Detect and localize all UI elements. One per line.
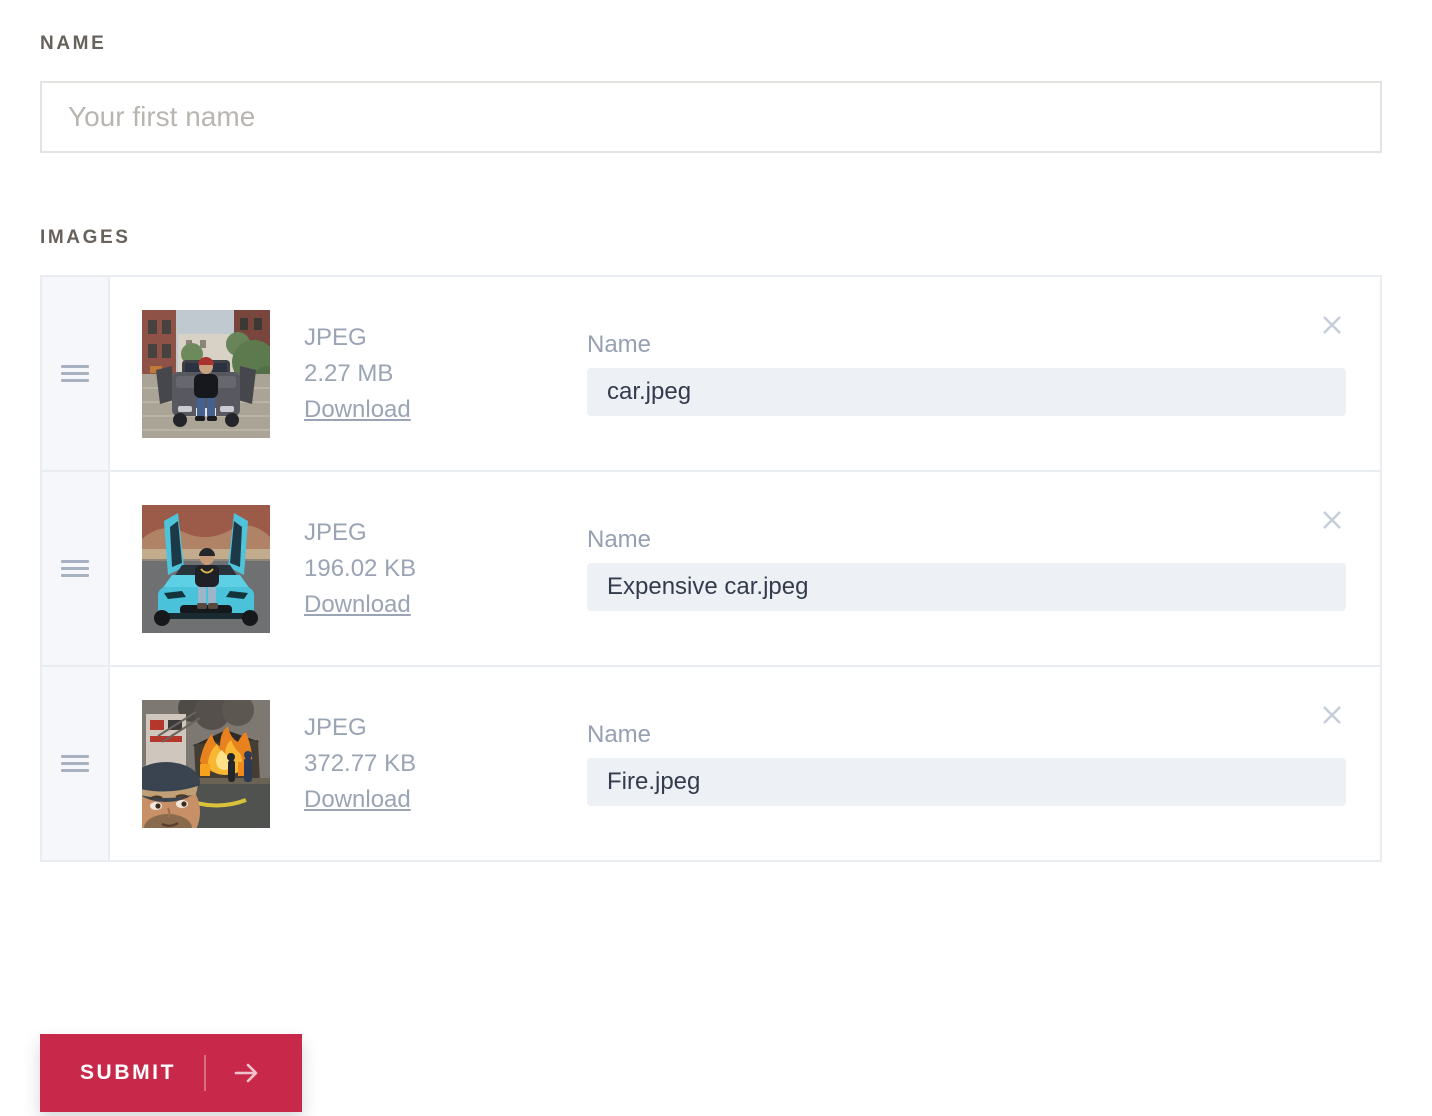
image-thumbnail-car bbox=[142, 310, 270, 438]
image-row-fire: JPEG 372.77 KB Download Name bbox=[42, 667, 1380, 860]
close-icon bbox=[1318, 701, 1346, 729]
submit-label: SUBMIT bbox=[80, 1061, 176, 1085]
file-type: JPEG bbox=[304, 710, 587, 746]
images-section-label: IMAGES bbox=[40, 227, 1382, 249]
file-name-label: Name bbox=[587, 331, 1346, 359]
close-icon bbox=[1318, 311, 1346, 339]
image-upload-list: JPEG 2.27 MB Download Name bbox=[40, 275, 1382, 862]
file-name-label: Name bbox=[587, 526, 1346, 554]
image-row-content: JPEG 2.27 MB Download Name bbox=[110, 277, 1380, 470]
file-name-field: Name bbox=[587, 331, 1346, 416]
drag-handle[interactable] bbox=[42, 277, 110, 470]
file-name-input[interactable] bbox=[587, 758, 1346, 806]
file-type: JPEG bbox=[304, 515, 587, 551]
file-type: JPEG bbox=[304, 320, 587, 356]
arrow-right-icon bbox=[232, 1061, 262, 1085]
file-meta: JPEG 2.27 MB Download bbox=[304, 320, 587, 428]
close-icon bbox=[1318, 506, 1346, 534]
remove-image-button[interactable] bbox=[1318, 311, 1346, 339]
file-name-label: Name bbox=[587, 721, 1346, 749]
first-name-input[interactable] bbox=[40, 81, 1382, 153]
drag-handle-icon bbox=[61, 755, 89, 772]
file-name-field: Name bbox=[587, 721, 1346, 806]
submit-button[interactable]: SUBMIT bbox=[40, 1034, 302, 1112]
download-link[interactable]: Download bbox=[304, 591, 411, 618]
drag-handle-icon bbox=[61, 560, 89, 577]
file-meta: JPEG 196.02 KB Download bbox=[304, 515, 587, 623]
drag-handle[interactable] bbox=[42, 472, 110, 665]
image-row-content: JPEG 372.77 KB Download Name bbox=[110, 667, 1380, 860]
image-thumbnail-expensive-car bbox=[142, 505, 270, 633]
download-link[interactable]: Download bbox=[304, 396, 411, 423]
file-name-input[interactable] bbox=[587, 368, 1346, 416]
drag-handle[interactable] bbox=[42, 667, 110, 860]
remove-image-button[interactable] bbox=[1318, 701, 1346, 729]
form-page: NAME IMAGES bbox=[0, 0, 1432, 902]
download-link[interactable]: Download bbox=[304, 786, 411, 813]
name-section-label: NAME bbox=[40, 33, 1382, 55]
file-meta: JPEG 372.77 KB Download bbox=[304, 710, 587, 818]
drag-handle-icon bbox=[61, 365, 89, 382]
file-size: 372.77 KB bbox=[304, 746, 587, 782]
remove-image-button[interactable] bbox=[1318, 506, 1346, 534]
file-name-field: Name bbox=[587, 526, 1346, 611]
image-thumbnail-fire bbox=[142, 700, 270, 828]
image-row-expensive-car: JPEG 196.02 KB Download Name bbox=[42, 472, 1380, 667]
file-size: 196.02 KB bbox=[304, 551, 587, 587]
button-divider bbox=[204, 1055, 206, 1091]
image-row-car: JPEG 2.27 MB Download Name bbox=[42, 277, 1380, 472]
file-size: 2.27 MB bbox=[304, 356, 587, 392]
image-row-content: JPEG 196.02 KB Download Name bbox=[110, 472, 1380, 665]
file-name-input[interactable] bbox=[587, 563, 1346, 611]
